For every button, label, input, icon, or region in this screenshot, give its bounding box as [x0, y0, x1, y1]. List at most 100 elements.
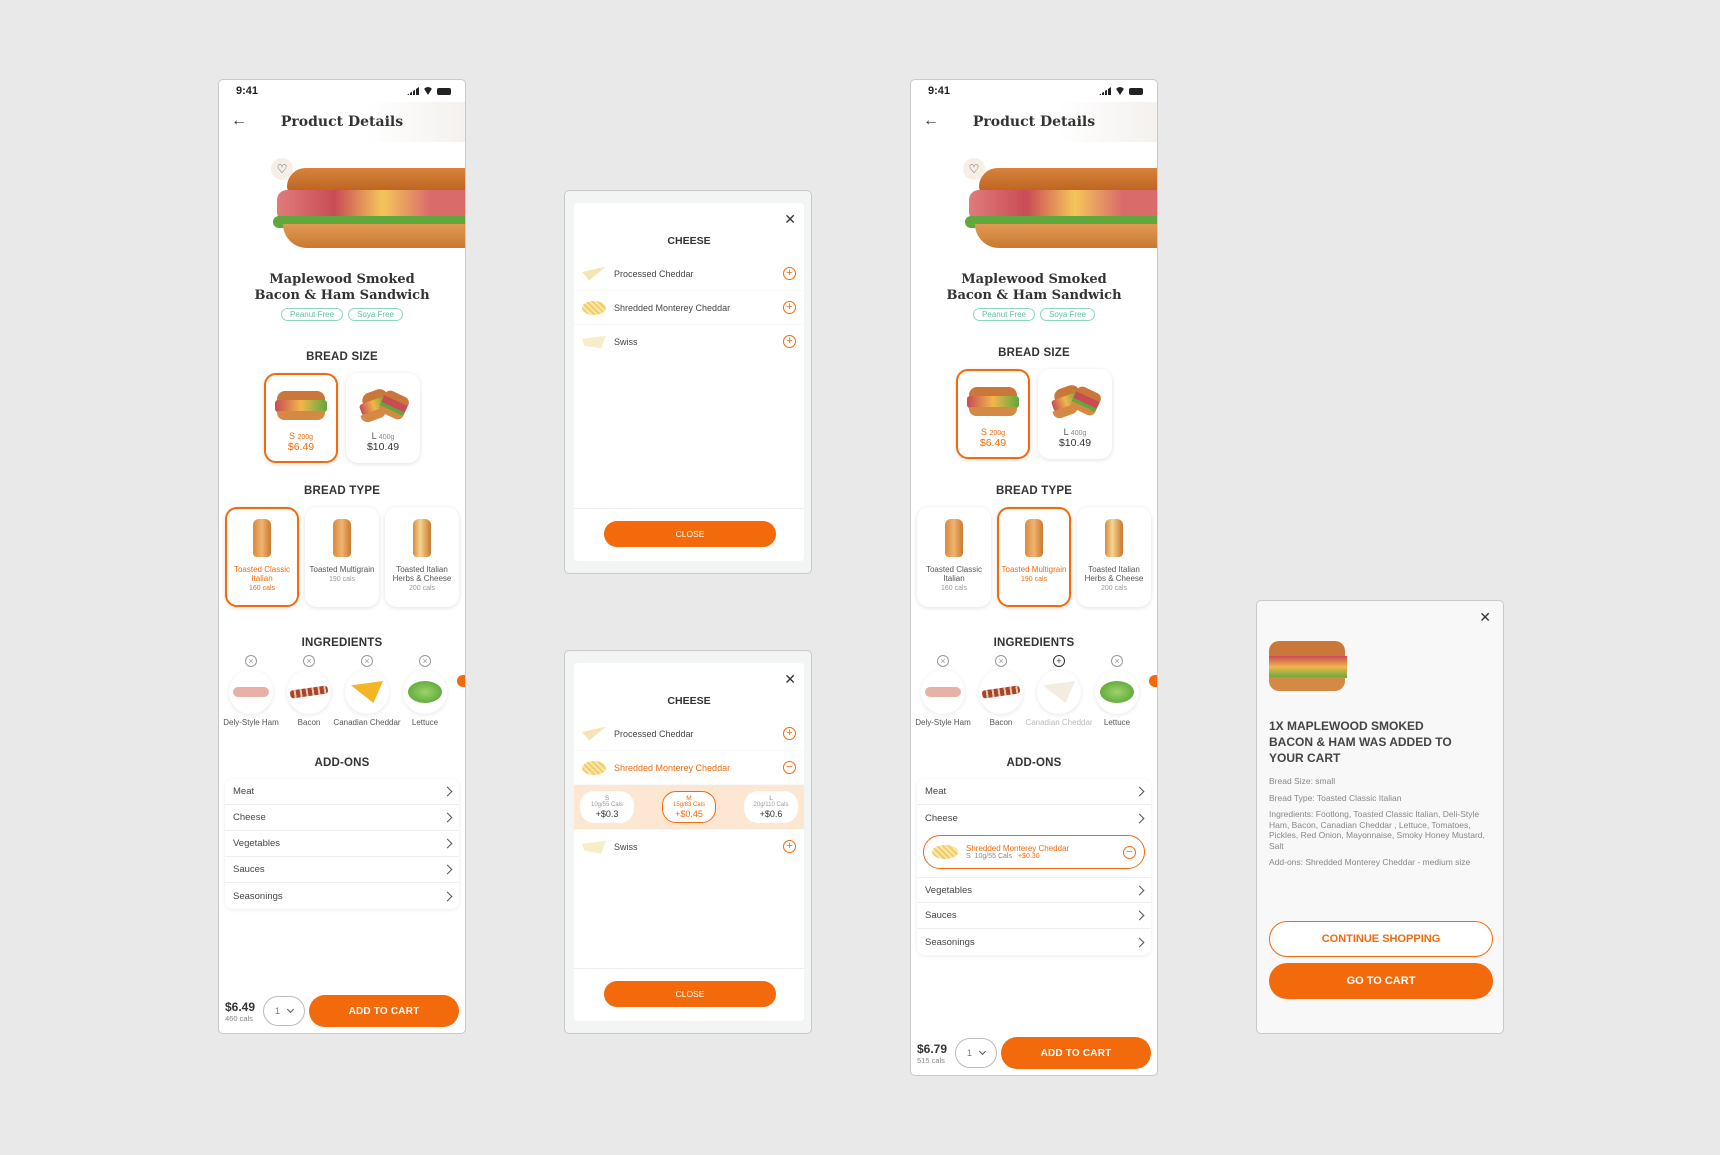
add-icon[interactable]: +	[783, 267, 796, 280]
sandwich-image	[269, 168, 465, 250]
bread-size-heading: BREAD SIZE	[998, 347, 1070, 359]
tomato-icon	[1149, 675, 1157, 687]
sandwich-small-image	[967, 383, 1019, 419]
back-arrow-icon[interactable]: ←	[923, 112, 939, 130]
ingredient-item: × Bacon	[975, 655, 1027, 727]
continue-shopping-button[interactable]: CONTINUE SHOPPING	[1269, 921, 1493, 957]
portion-large[interactable]: L 20g/110 Cals +$0.6	[744, 791, 798, 823]
sandwich-large-image	[357, 386, 411, 425]
addon-seasonings[interactable]: Seasonings	[917, 929, 1151, 955]
detail-ingredients: Ingredients: Footlong, Toasted Classic I…	[1269, 809, 1485, 851]
bread-icon	[253, 519, 271, 557]
ingredient-item: × Dely-Style Ham	[915, 655, 971, 727]
cheese-swiss[interactable]: Swiss +	[574, 325, 804, 358]
bread-icon	[945, 519, 963, 557]
cheese-shredded-monterey[interactable]: Shredded Monterey Cheddar −	[574, 751, 804, 784]
product-name: Maplewood Smoked Bacon & Ham Sandwich	[254, 272, 430, 303]
size-option-small[interactable]: S 200g $6.49	[264, 373, 338, 463]
back-arrow-icon[interactable]: ←	[231, 112, 247, 130]
portion-small[interactable]: S 10g/55 Cals +$0.3	[580, 791, 634, 823]
remove-addon-icon[interactable]: −	[1123, 845, 1136, 859]
remove-ingredient-icon[interactable]: ×	[303, 655, 315, 667]
add-to-cart-button[interactable]: ADD TO CART	[1001, 1037, 1151, 1069]
sandwich-image	[961, 168, 1157, 250]
portion-medium[interactable]: M 15g/83 Cals +$0.45	[662, 791, 716, 823]
quantity-select[interactable]: 1	[955, 1038, 998, 1068]
addon-sauces[interactable]: Sauces	[225, 857, 459, 883]
addons-list: Meat Cheese Vegetables Sauces Seasonings	[225, 779, 459, 909]
chevron-right-icon	[1134, 937, 1145, 947]
favorite-heart-icon[interactable]: ♡	[271, 158, 293, 180]
status-bar: 9:41	[219, 80, 465, 102]
chevron-right-icon	[442, 786, 453, 797]
product-image: ♡	[911, 150, 1157, 262]
remove-ingredient-icon[interactable]: ×	[361, 655, 373, 667]
bread-type-classic-italian[interactable]: Toasted Classic Italian 160 cals	[225, 507, 299, 607]
bread-size-heading: BREAD SIZE	[306, 351, 378, 363]
cheese-processed-cheddar[interactable]: Processed Cheddar +	[574, 257, 804, 290]
go-to-cart-button[interactable]: GO TO CART	[1269, 963, 1493, 999]
addon-meat[interactable]: Meat	[917, 779, 1151, 805]
addon-meat[interactable]: Meat	[225, 779, 459, 805]
chevron-right-icon	[1134, 910, 1145, 921]
cheese-swiss[interactable]: Swiss +	[574, 830, 804, 863]
chevron-right-icon	[442, 864, 453, 875]
favorite-heart-icon[interactable]: ♡	[963, 158, 985, 180]
addon-sauces[interactable]: Sauces	[917, 903, 1151, 929]
header: ← Product Details	[911, 102, 1157, 142]
ingredients-heading: INGREDIENTS	[301, 637, 383, 649]
cheese-processed-cheddar[interactable]: Processed Cheddar +	[574, 717, 804, 750]
detail-bread-type: Bread Type: Toasted Classic Italian	[1269, 792, 1402, 803]
size-option-large[interactable]: L 400g $10.49	[1038, 369, 1112, 459]
remove-ingredient-icon[interactable]: ×	[1111, 655, 1123, 667]
diet-tags: Peanut Free Soya Free	[911, 308, 1157, 321]
cheese-shredded-monterey[interactable]: Shredded Monterey Cheddar +	[574, 291, 804, 324]
size-price: $6.49	[979, 437, 1007, 449]
bacon-icon	[981, 685, 1021, 699]
chevron-right-icon	[442, 812, 453, 823]
ham-icon	[925, 687, 961, 697]
close-icon[interactable]: ✕	[784, 211, 796, 228]
close-icon[interactable]: ✕	[784, 671, 796, 688]
bread-type-classic-italian[interactable]: Toasted Classic Italian 160 cals	[917, 507, 991, 607]
total-cals: 460 cals	[225, 1013, 253, 1023]
add-icon[interactable]: +	[783, 840, 796, 853]
add-ingredient-icon[interactable]: +	[1053, 655, 1065, 667]
add-to-cart-button[interactable]: ADD TO CART	[309, 995, 459, 1027]
ingredient-item: × Canadian Cheddar	[333, 655, 401, 727]
close-icon[interactable]: ✕	[1479, 609, 1491, 626]
addon-vegetables[interactable]: Vegetables	[225, 831, 459, 857]
close-button[interactable]: CLOSE	[604, 981, 776, 1007]
bread-type-herbs-cheese[interactable]: Toasted Italian Herbs & Cheese 200 cals	[385, 507, 459, 607]
bread-type-multigrain[interactable]: Toasted Multigrain 190 cals	[997, 507, 1071, 607]
addon-cheese[interactable]: Cheese	[225, 805, 459, 831]
signal-icon	[1099, 87, 1111, 95]
remove-ingredient-icon[interactable]: ×	[419, 655, 431, 667]
lettuce-icon	[1100, 681, 1134, 703]
cart-confirmation-title: 1X MAPLEWOOD SMOKED BACON & HAM WAS ADDE…	[1269, 719, 1452, 765]
lettuce-icon	[408, 681, 442, 703]
bread-icon	[413, 519, 431, 557]
quantity-select[interactable]: 1	[263, 996, 306, 1026]
size-price: $10.49	[1058, 437, 1092, 449]
addon-vegetables[interactable]: Vegetables	[917, 877, 1151, 903]
add-icon[interactable]: +	[783, 335, 796, 348]
addon-cheese[interactable]: Cheese	[917, 805, 1151, 831]
size-option-small[interactable]: S 200g $6.49	[956, 369, 1030, 459]
bread-type-herbs-cheese[interactable]: Toasted Italian Herbs & Cheese 200 cals	[1077, 507, 1151, 607]
detail-bread-size: Bread Size: small	[1269, 776, 1336, 786]
bread-type-multigrain[interactable]: Toasted Multigrain 190 cals	[305, 507, 379, 607]
tag-peanut-free: Peanut Free	[973, 308, 1036, 321]
product-details-screen-1: 9:41 ← Product Details ♡ Maplewood Smoke…	[218, 79, 466, 1034]
remove-ingredient-icon[interactable]: ×	[937, 655, 949, 667]
addon-seasonings[interactable]: Seasonings	[225, 883, 459, 909]
close-button[interactable]: CLOSE	[604, 521, 776, 547]
size-option-large[interactable]: L 400g $10.49	[346, 373, 420, 463]
ingredient-item: × Dely-Style Ham	[223, 655, 279, 727]
add-icon[interactable]: +	[783, 301, 796, 314]
add-icon[interactable]: +	[783, 727, 796, 740]
remove-icon[interactable]: −	[783, 761, 796, 774]
modal-title: CHEESE	[667, 235, 711, 247]
remove-ingredient-icon[interactable]: ×	[995, 655, 1007, 667]
remove-ingredient-icon[interactable]: ×	[245, 655, 257, 667]
